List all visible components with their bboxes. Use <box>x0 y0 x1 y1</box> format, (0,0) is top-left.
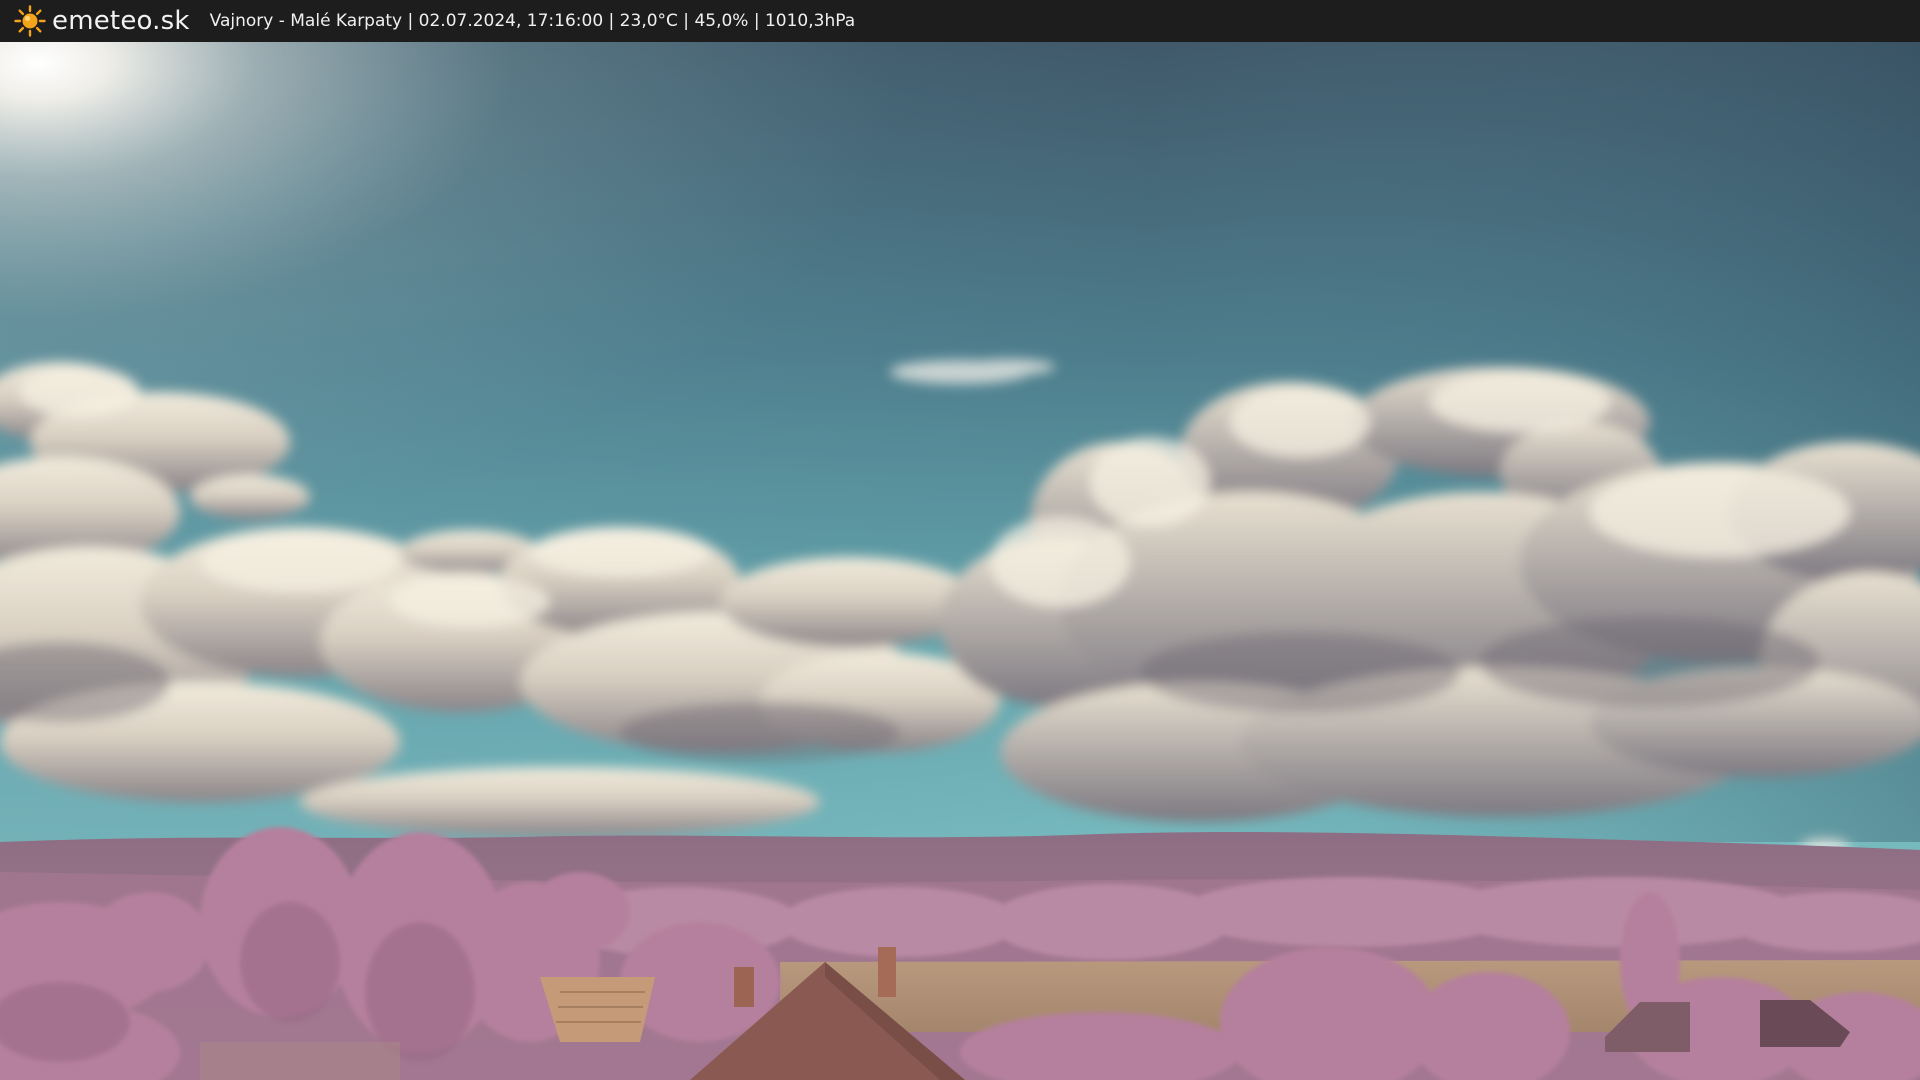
top-bar: emeteo.sk Vajnory - Malé Karpaty | 02.07… <box>0 0 1920 42</box>
site-logo-link[interactable]: emeteo.sk <box>14 5 190 37</box>
site-logo-text: emeteo.sk <box>52 6 190 36</box>
webcam-image <box>0 42 1920 1080</box>
webcam-caption: Vajnory - Malé Karpaty | 02.07.2024, 17:… <box>209 11 856 31</box>
house-roof-left <box>540 977 655 1042</box>
sun-icon <box>14 5 46 37</box>
